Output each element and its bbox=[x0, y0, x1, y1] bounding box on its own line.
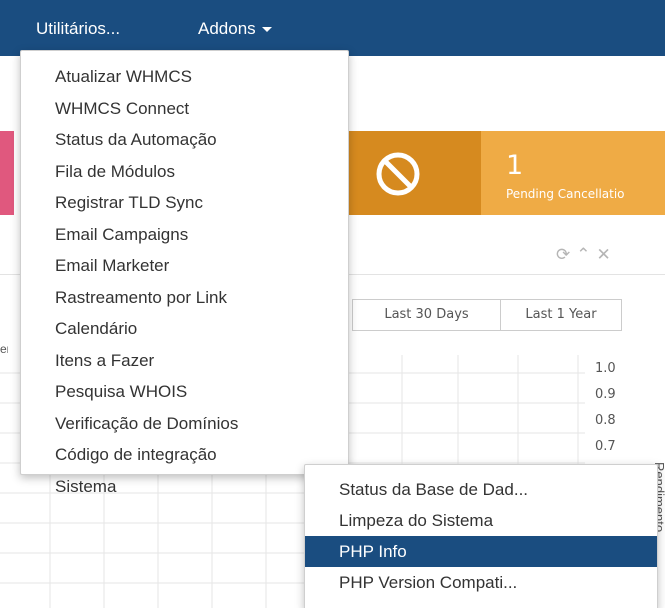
y-tick-label: 0.8 bbox=[595, 413, 616, 428]
submenu-item-php-info[interactable]: PHP Info bbox=[305, 536, 657, 567]
pending-cancellations-count: 1 bbox=[506, 150, 524, 181]
panel-header-icons: ⟳⌃✕ bbox=[556, 245, 617, 265]
chevron-up-icon[interactable]: ⌃ bbox=[576, 245, 596, 264]
refresh-icon[interactable]: ⟳ bbox=[556, 245, 576, 264]
menu-item-codigo-integracao[interactable]: Código de integração bbox=[21, 439, 348, 471]
pending-cancellations-label: Pending Cancellatio bbox=[506, 187, 625, 201]
top-navbar: Utilitários... Addons bbox=[0, 0, 665, 56]
chart-left-label: er bbox=[0, 342, 8, 356]
submenu-item-php-version-compat[interactable]: PHP Version Compati... bbox=[305, 567, 657, 598]
menu-item-email-campaigns[interactable]: Email Campaigns bbox=[21, 219, 348, 251]
menu-item-rastreamento-link[interactable]: Rastreamento por Link bbox=[21, 282, 348, 314]
utilities-dropdown-menu: Atualizar WHMCS WHMCS Connect Status da … bbox=[20, 50, 349, 496]
stat-tile-left[interactable] bbox=[0, 131, 14, 215]
submenu-item-limpeza-sistema[interactable]: Limpeza do Sistema bbox=[305, 505, 657, 536]
menu-item-pesquisa-whois[interactable]: Pesquisa WHOIS bbox=[21, 376, 348, 408]
menu-item-email-marketer[interactable]: Email Marketer bbox=[21, 250, 348, 282]
system-submenu: Status da Base de Dad... Limpeza do Sist… bbox=[304, 464, 658, 608]
y-tick-label: 1.0 bbox=[595, 361, 616, 376]
nav-addons-label: Addons bbox=[198, 19, 256, 38]
menu-item-verificacao-dominios[interactable]: Verificação de Domínios bbox=[21, 408, 348, 440]
y-tick-label: 0.9 bbox=[595, 387, 616, 402]
y-tick-label: 0.7 bbox=[595, 439, 616, 454]
menu-item-registrar-tld-sync[interactable]: Registrar TLD Sync bbox=[21, 187, 348, 219]
caret-down-icon bbox=[261, 27, 272, 33]
menu-item-fila-modulos[interactable]: Fila de Módulos bbox=[21, 156, 348, 188]
menu-item-sistema[interactable]: Sistema bbox=[21, 471, 348, 503]
menu-item-status-automacao[interactable]: Status da Automação bbox=[21, 124, 348, 156]
nav-addons[interactable]: Addons bbox=[198, 0, 272, 56]
nav-utilitarios[interactable]: Utilitários... bbox=[36, 0, 120, 56]
menu-item-itens-fazer[interactable]: Itens a Fazer bbox=[21, 345, 348, 377]
menu-item-atualizar-whmcs[interactable]: Atualizar WHMCS bbox=[21, 61, 348, 93]
last-30-days-button[interactable]: Last 30 Days bbox=[352, 299, 501, 331]
menu-item-whmcs-connect[interactable]: WHMCS Connect bbox=[21, 93, 348, 125]
submenu-item-status-base-dados[interactable]: Status da Base de Dad... bbox=[305, 474, 657, 505]
last-1-year-button[interactable]: Last 1 Year bbox=[500, 299, 622, 331]
ban-icon bbox=[376, 152, 420, 196]
nav-utilitarios-label: Utilitários... bbox=[36, 19, 121, 38]
close-icon[interactable]: ✕ bbox=[597, 245, 617, 264]
menu-item-calendario[interactable]: Calendário bbox=[21, 313, 348, 345]
